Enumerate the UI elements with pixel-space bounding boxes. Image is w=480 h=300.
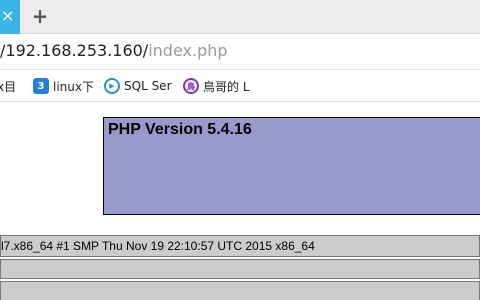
new-tab-button[interactable]: +: [30, 5, 50, 27]
bookmark-item-vbird[interactable]: 鳥 鳥哥的 L: [183, 77, 250, 95]
bookmarks-bar: x目 3 linux下 ▶ SQL Ser 鳥 鳥哥的 L: [0, 70, 480, 102]
blue-square-icon: 3: [33, 78, 49, 94]
close-tab-icon[interactable]: ×: [1, 6, 14, 26]
bookmark-label: x目: [0, 79, 17, 94]
url-host: /192.168.253.160/: [0, 41, 149, 60]
browser-window: × + /192.168.253.160/index.php x目 3 linu…: [0, 0, 480, 300]
play-circle-icon: ▶: [104, 78, 120, 94]
seal-icon: 鳥: [183, 78, 199, 94]
php-version-header: PHP Version 5.4.16: [103, 117, 480, 215]
bookmark-label: linux下: [53, 79, 94, 94]
active-tab[interactable]: ×: [0, 0, 20, 34]
php-version-title: PHP Version 5.4.16: [108, 121, 252, 138]
tab-strip: × +: [0, 0, 480, 34]
address-bar[interactable]: /192.168.253.160/index.php: [0, 34, 480, 70]
system-info-text: l7.x86_64 #1 SMP Thu Nov 19 22:10:57 UTC…: [1, 239, 315, 253]
table-row: [0, 259, 480, 279]
bookmark-label: 鳥哥的 L: [203, 79, 250, 94]
system-info-row: l7.x86_64 #1 SMP Thu Nov 19 22:10:57 UTC…: [0, 235, 480, 257]
url-path: index.php: [148, 41, 228, 60]
table-row: [0, 281, 480, 300]
page-content: PHP Version 5.4.16 l7.x86_64 #1 SMP Thu …: [0, 102, 480, 300]
bookmark-label: SQL Ser: [124, 79, 172, 93]
url-text[interactable]: /192.168.253.160/index.php: [0, 41, 228, 61]
bookmark-item[interactable]: x目: [0, 77, 16, 95]
bookmark-item-sql[interactable]: ▶ SQL Ser: [104, 77, 172, 95]
bookmark-item-linux[interactable]: 3 linux下: [33, 77, 94, 95]
